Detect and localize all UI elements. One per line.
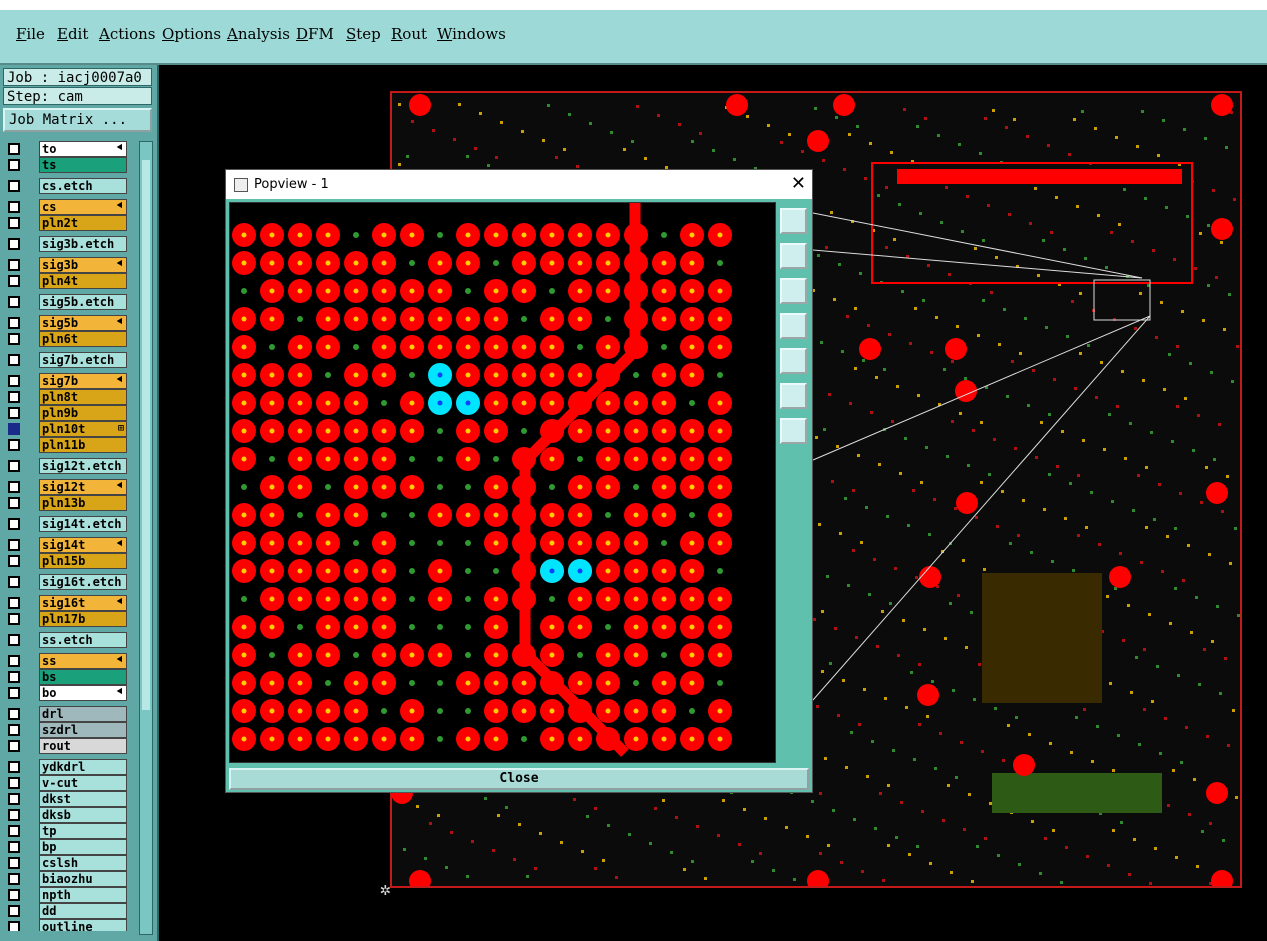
popview-zoomed-pcb — [232, 203, 732, 757]
popview-canvas[interactable] — [229, 202, 776, 763]
zoom-window-icon[interactable] — [780, 208, 807, 234]
popview-toolbar — [777, 202, 811, 762]
pan-down-icon[interactable] — [780, 278, 807, 304]
close-button[interactable]: Close — [229, 768, 809, 790]
popview-app-icon — [234, 178, 248, 192]
pan-up-icon[interactable] — [780, 243, 807, 269]
pan-right-icon[interactable] — [780, 348, 807, 374]
origin-crosshair-icon: ✲ — [380, 879, 391, 900]
zoom-out-icon[interactable] — [780, 383, 807, 409]
popview-titlebar: Popview - 1 ✕ — [226, 170, 812, 199]
pan-left-icon[interactable] — [780, 313, 807, 339]
popview-window: Popview - 1 ✕ Close — [225, 169, 813, 793]
close-icon[interactable]: ✕ — [791, 173, 806, 194]
popview-title: Popview - 1 — [254, 177, 329, 192]
zoom-in-icon[interactable] — [780, 418, 807, 444]
